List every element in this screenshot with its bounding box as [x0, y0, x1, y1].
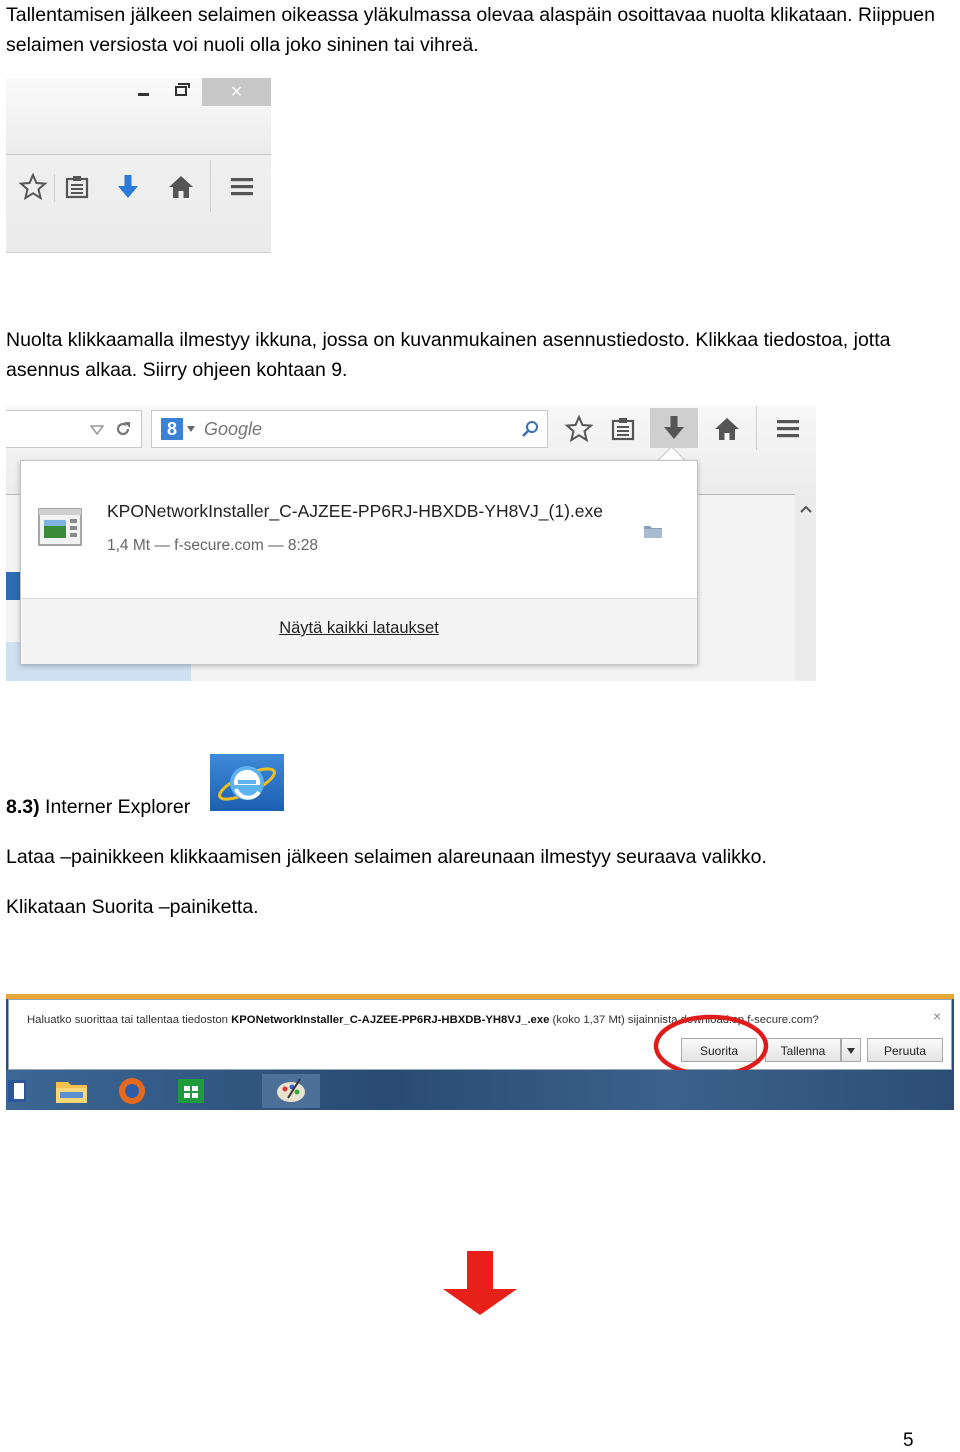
taskbar-word-icon[interactable]	[6, 1074, 30, 1108]
download-file-meta: 1,4 Mt — f-secure.com — 8:28	[107, 537, 319, 554]
firefox-icon[interactable]	[102, 1074, 160, 1108]
menu-icon[interactable]	[773, 414, 803, 444]
search-icon[interactable]	[520, 419, 540, 439]
downloads-line-1: Nuolta klikkaamalla ilmestyy ikkuna, jos…	[6, 329, 891, 351]
bookmarks-list-icon[interactable]	[62, 172, 92, 202]
url-bar[interactable]	[6, 410, 142, 448]
folder-icon[interactable]	[643, 523, 663, 539]
paint-icon[interactable]	[262, 1074, 320, 1108]
close-window-button[interactable]: ×	[202, 78, 271, 106]
dropdown-icon[interactable]	[90, 424, 104, 436]
notification-file-name: KPONetworkInstaller_C-AJZEE-PP6RJ-HBXDB-…	[231, 1014, 550, 1026]
close-icon: ×	[933, 1008, 942, 1024]
show-all-downloads-link[interactable]: Näytä kaikki lataukset	[21, 619, 697, 638]
intro-line-2: selaimen versiosta voi nuoli olla joko s…	[6, 34, 479, 56]
firefox-toolbar-screenshot: ×	[6, 78, 271, 253]
close-icon: ×	[230, 81, 243, 103]
google-engine-icon[interactable]: 8	[161, 418, 183, 440]
section-heading: 8.3) Interner Explorer	[6, 792, 190, 822]
minimize-icon[interactable]	[138, 93, 149, 96]
down-arrow-icon	[443, 1251, 517, 1315]
firefox-downloads-screenshot: 8 Google KPONetworkInstaller_C-AJZEE-PP6…	[6, 406, 816, 681]
internet-explorer-logo	[210, 754, 284, 811]
download-file-name: KPONetworkInstaller_C-AJZEE-PP6RJ-HBXDB-…	[107, 501, 603, 521]
page-scrollbar[interactable]	[795, 494, 816, 681]
downloads-panel-footer: Näytä kaikki lataukset	[21, 598, 697, 664]
home-icon[interactable]	[712, 414, 742, 444]
downloads-panel: KPONetworkInstaller_C-AJZEE-PP6RJ-HBXDB-…	[20, 460, 698, 664]
save-button[interactable]: Tallenna	[765, 1038, 841, 1062]
ie-instruction-paragraph: Lataa –painikkeen klikkaamisen jälkeen s…	[6, 846, 767, 868]
star-icon[interactable]	[564, 414, 594, 444]
save-options-button[interactable]	[841, 1038, 861, 1062]
ie-notification-screenshot: Haluatko suorittaa tai tallentaa tiedost…	[6, 994, 954, 1110]
downloads-paragraph: Nuolta klikkaamalla ilmestyy ikkuna, jos…	[6, 325, 890, 385]
ie-notification-bar: Haluatko suorittaa tai tallentaa tiedost…	[8, 999, 952, 1070]
scroll-up-icon[interactable]	[800, 504, 812, 514]
engine-dropdown-icon[interactable]	[186, 425, 196, 433]
home-icon[interactable]	[166, 172, 196, 202]
menu-icon[interactable]	[227, 172, 257, 202]
notification-prefix: Haluatko suorittaa tai tallentaa tiedost…	[27, 1014, 232, 1026]
intro-line-1: Tallentamisen jälkeen selaimen oikeassa …	[6, 4, 935, 26]
intro-paragraph: Tallentamisen jälkeen selaimen oikeassa …	[6, 0, 935, 60]
download-arrow-icon[interactable]	[113, 172, 143, 202]
windows-store-icon[interactable]	[162, 1074, 220, 1108]
search-placeholder: Google	[204, 419, 263, 439]
ie-e-icon	[218, 766, 276, 801]
show-all-downloads-label: Näytä kaikki lataukset	[279, 619, 439, 637]
download-arrow-icon	[664, 416, 684, 439]
file-explorer-icon[interactable]	[42, 1074, 100, 1108]
window-titlebar: ×	[6, 78, 271, 155]
search-bar[interactable]: 8 Google	[151, 410, 548, 448]
installer-file-icon	[38, 508, 82, 546]
chevron-down-icon	[847, 1048, 855, 1054]
notification-close-button[interactable]: ×	[933, 1008, 941, 1024]
run-instruction-paragraph: Klikataan Suorita –painiketta.	[6, 896, 259, 918]
star-icon[interactable]	[18, 172, 48, 202]
downloads-button-active[interactable]	[650, 408, 698, 448]
cancel-button[interactable]: Peruuta	[867, 1038, 943, 1062]
section-number: 8.3)	[6, 796, 40, 818]
download-item[interactable]: KPONetworkInstaller_C-AJZEE-PP6RJ-HBXDB-…	[21, 461, 697, 598]
downloads-line-2: asennus alkaa. Siirry ohjeen kohtaan 9.	[6, 359, 348, 381]
restore-icon[interactable]	[175, 83, 190, 96]
section-title: Interner Explorer	[39, 796, 191, 818]
bookmarks-list-icon[interactable]	[608, 414, 638, 444]
page-number: 5	[903, 1430, 914, 1451]
reload-icon[interactable]	[113, 419, 133, 439]
